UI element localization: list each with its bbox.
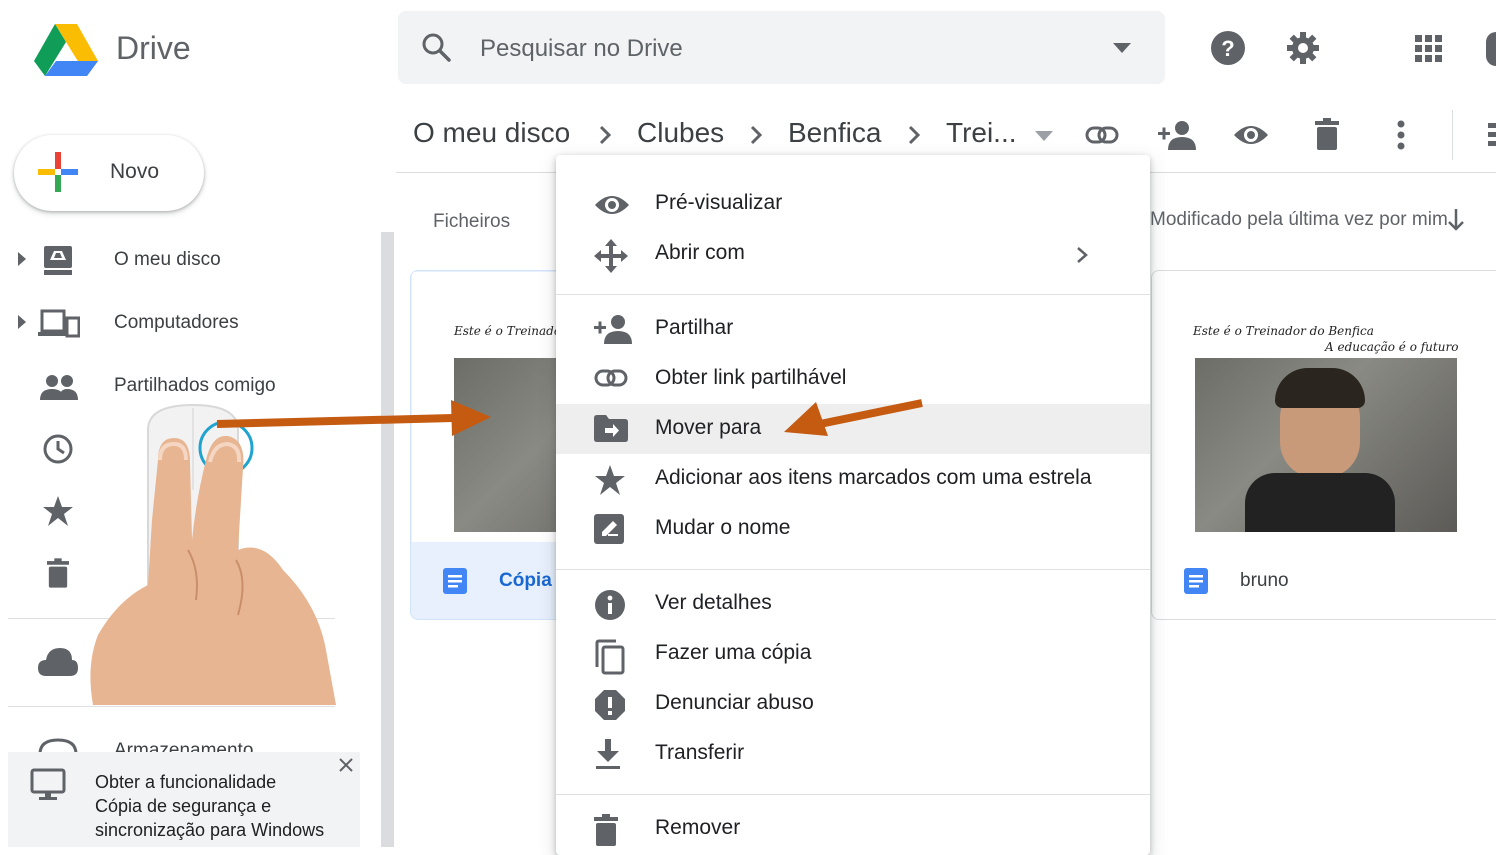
menu-label: Ver detalhes bbox=[655, 591, 772, 614]
breadcrumb-item-benfica[interactable]: Benfica bbox=[788, 117, 881, 149]
menu-item-share[interactable]: Partilhar bbox=[556, 304, 1150, 354]
right-click-hand-illustration bbox=[88, 400, 343, 705]
toolbar-divider bbox=[1452, 110, 1453, 160]
plus-icon bbox=[38, 152, 78, 192]
annotation-arrow-to-move-option bbox=[780, 396, 926, 442]
sidebar-divider bbox=[8, 706, 335, 707]
move-to-folder-icon bbox=[594, 414, 628, 446]
download-icon bbox=[594, 739, 626, 771]
app-name: Drive bbox=[116, 30, 191, 66]
thumbnail-caption: Este é o Treinador do Benfica bbox=[1193, 324, 1374, 338]
menu-divider bbox=[556, 794, 1150, 795]
edit-icon bbox=[594, 514, 626, 546]
get-link-icon[interactable] bbox=[1085, 121, 1119, 149]
file-card[interactable]: Este é o Treinador do Benfica A educação… bbox=[1151, 270, 1496, 620]
person-hair bbox=[1275, 368, 1365, 408]
star-icon bbox=[594, 464, 626, 496]
menu-divider bbox=[556, 294, 1150, 295]
report-icon bbox=[594, 689, 626, 721]
desktop-monitor-icon bbox=[30, 768, 66, 802]
move-arrows-icon bbox=[594, 239, 628, 273]
menu-label: Denunciar abuso bbox=[655, 691, 814, 714]
breadcrumb-item-my-drive[interactable]: O meu disco bbox=[413, 117, 570, 149]
delete-trash-icon[interactable] bbox=[1315, 118, 1339, 150]
chevron-right-icon bbox=[907, 125, 921, 145]
sidebar-item-computers[interactable]: Computadores bbox=[114, 312, 239, 334]
menu-label: Obter link partilhável bbox=[655, 366, 847, 389]
docs-file-icon bbox=[443, 568, 467, 594]
chevron-right-icon bbox=[598, 125, 612, 145]
share-add-person-icon[interactable] bbox=[1158, 120, 1196, 150]
sort-label[interactable]: Modificado pela última vez por mim bbox=[1150, 209, 1448, 231]
add-person-icon bbox=[594, 314, 632, 346]
menu-item-make-copy[interactable]: Fazer uma cópia bbox=[556, 629, 1150, 679]
settings-gear-icon[interactable] bbox=[1286, 31, 1320, 65]
preview-eye-icon[interactable] bbox=[1233, 123, 1269, 147]
submenu-chevron-icon bbox=[1076, 246, 1088, 264]
context-menu: Pré-visualizar Abrir com Partilhar Obter… bbox=[556, 155, 1150, 855]
files-section-label: Ficheiros bbox=[433, 211, 511, 232]
breadcrumb-item-clubes[interactable]: Clubes bbox=[637, 117, 724, 149]
clock-icon[interactable] bbox=[42, 433, 74, 465]
menu-item-open-with[interactable]: Abrir com bbox=[556, 229, 1150, 279]
thumbnail-subcaption: A educação é o futuro bbox=[1325, 340, 1459, 354]
star-icon[interactable] bbox=[42, 495, 74, 527]
menu-item-download[interactable]: Transferir bbox=[556, 729, 1150, 779]
menu-label: Mover para bbox=[655, 416, 762, 439]
chevron-right-icon bbox=[749, 125, 763, 145]
trash-icon[interactable] bbox=[47, 558, 69, 588]
thumbnail-photo bbox=[1195, 358, 1457, 532]
menu-label: Adicionar aos itens marcados com uma est… bbox=[655, 466, 1092, 489]
apps-grid-icon[interactable] bbox=[1415, 35, 1443, 63]
trash-icon bbox=[594, 814, 626, 846]
expand-arrow-icon[interactable] bbox=[18, 315, 26, 329]
drive-logo-icon[interactable] bbox=[34, 24, 98, 76]
menu-item-preview[interactable]: Pré-visualizar bbox=[556, 179, 1150, 229]
menu-item-details[interactable]: Ver detalhes bbox=[556, 579, 1150, 629]
menu-divider bbox=[556, 569, 1150, 570]
menu-label: Pré-visualizar bbox=[655, 191, 783, 214]
new-button-label: Novo bbox=[110, 160, 160, 183]
sidebar-item-my-drive[interactable]: O meu disco bbox=[114, 249, 221, 271]
cloud-icon bbox=[38, 646, 78, 676]
menu-item-add-star[interactable]: Adicionar aos itens marcados com uma est… bbox=[556, 454, 1150, 504]
menu-label: Fazer uma cópia bbox=[655, 641, 812, 664]
file-name: bruno bbox=[1240, 570, 1289, 591]
copy-icon bbox=[594, 639, 626, 675]
eye-icon bbox=[594, 189, 629, 221]
annotation-arrow-to-file bbox=[215, 396, 495, 440]
account-avatar[interactable] bbox=[1486, 32, 1496, 66]
menu-item-rename[interactable]: Mudar o nome bbox=[556, 504, 1150, 554]
menu-label: Abrir com bbox=[655, 241, 745, 264]
expand-arrow-icon[interactable] bbox=[18, 252, 26, 266]
menu-label: Remover bbox=[655, 816, 741, 839]
breadcrumb-item-current[interactable]: Trei... bbox=[946, 117, 1017, 149]
file-name: Cópia bbox=[499, 570, 552, 591]
search-input[interactable]: Pesquisar no Drive bbox=[480, 35, 683, 63]
menu-label: Partilhar bbox=[655, 316, 734, 339]
docs-file-icon bbox=[1184, 568, 1208, 594]
more-actions-icon[interactable] bbox=[1397, 120, 1405, 150]
search-icon[interactable] bbox=[420, 31, 452, 63]
sidebar-scrollbar[interactable] bbox=[381, 232, 394, 847]
person-shirt bbox=[1245, 473, 1395, 532]
sort-direction-arrow-icon[interactable] bbox=[1447, 208, 1465, 232]
file-thumbnail: Este é o Treinador do Benfica A educação… bbox=[1153, 272, 1496, 542]
computers-icon bbox=[38, 308, 80, 338]
people-icon bbox=[40, 374, 78, 400]
drive-icon bbox=[42, 244, 74, 276]
info-icon bbox=[594, 589, 626, 621]
menu-label: Transferir bbox=[655, 741, 745, 764]
svg-text:?: ? bbox=[1221, 36, 1234, 61]
close-icon[interactable] bbox=[339, 758, 353, 772]
link-icon bbox=[594, 364, 628, 396]
promo-text: Obter a funcionalidade Cópia de seguranç… bbox=[95, 772, 325, 840]
help-icon[interactable]: ? bbox=[1211, 31, 1245, 65]
search-options-dropdown-icon[interactable] bbox=[1113, 43, 1131, 53]
menu-label: Mudar o nome bbox=[655, 516, 791, 539]
menu-item-report-abuse[interactable]: Denunciar abuso bbox=[556, 679, 1150, 729]
view-toggle-icon[interactable] bbox=[1488, 123, 1496, 147]
breadcrumb-dropdown-icon[interactable] bbox=[1035, 131, 1053, 141]
sidebar-item-shared-with-me[interactable]: Partilhados comigo bbox=[114, 375, 276, 397]
